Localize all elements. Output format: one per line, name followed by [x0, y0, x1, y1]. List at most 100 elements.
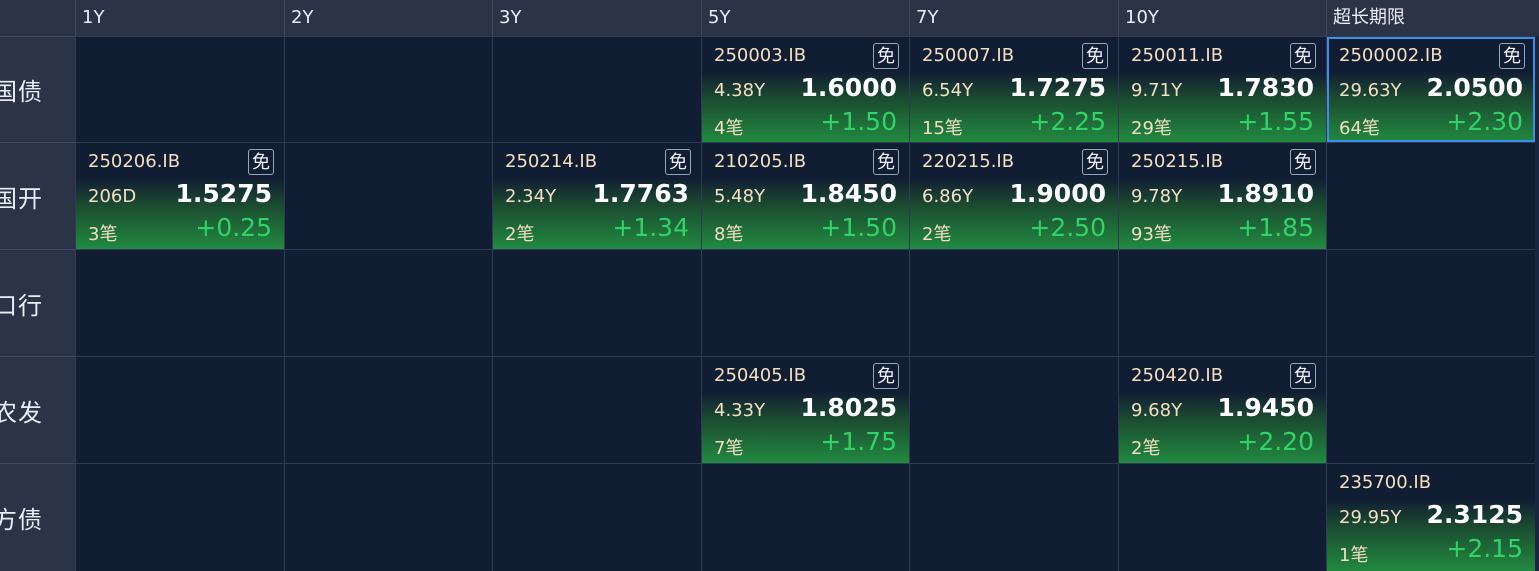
yield-change: +2.25: [1029, 107, 1106, 136]
bond-quote-card[interactable]: 250420.IB 免 9.68Y 1.9450 2笔 +2.20: [1119, 357, 1326, 463]
yield-change: +2.20: [1237, 427, 1314, 456]
yield-change: +0.25: [195, 213, 272, 242]
bond-yield: 1.7275: [1009, 73, 1106, 102]
bond-quote-cell[interactable]: 250214.IB 免 2.34Y 1.7763 2笔 +1.34: [492, 142, 701, 249]
bond-quote-card[interactable]: 250011.IB 免 9.71Y 1.7830 29笔 +1.55: [1119, 37, 1326, 142]
grid-cell[interactable]: [1118, 463, 1326, 571]
bond-quote-cell[interactable]: 250007.IB 免 6.54Y 1.7275 15笔 +2.25: [909, 36, 1118, 142]
grid-cell[interactable]: [1118, 249, 1326, 356]
tax-exempt-badge: 免: [873, 363, 899, 389]
remaining-term: 4.38Y: [714, 80, 766, 101]
grid-cell[interactable]: [492, 36, 701, 142]
column-header[interactable]: 5Y: [701, 0, 909, 36]
grid-cell[interactable]: [492, 356, 701, 463]
grid-cell[interactable]: [1326, 142, 1535, 249]
grid-cell[interactable]: [701, 249, 909, 356]
grid-cell[interactable]: [284, 463, 492, 571]
yield-change: +2.50: [1029, 213, 1106, 242]
grid-cell[interactable]: [1326, 249, 1535, 356]
row-header[interactable]: 农发: [0, 356, 75, 463]
tax-exempt-badge: 免: [1290, 363, 1316, 389]
bond-quote-card[interactable]: 220215.IB 免 6.86Y 1.9000 2笔 +2.50: [910, 143, 1118, 249]
bond-quote-cell[interactable]: 250003.IB 免 4.38Y 1.6000 4笔 +1.50: [701, 36, 909, 142]
remaining-term: 29.63Y: [1339, 80, 1402, 101]
trade-count: 64笔: [1339, 118, 1380, 139]
grid-cell[interactable]: [75, 463, 284, 571]
row-header[interactable]: 口行: [0, 249, 75, 356]
grid-cell[interactable]: [492, 249, 701, 356]
grid-cell[interactable]: [284, 36, 492, 142]
bond-quote-cell[interactable]: 250420.IB 免 9.68Y 1.9450 2笔 +2.20: [1118, 356, 1326, 463]
grid-cell[interactable]: [909, 463, 1118, 571]
bond-quote-cell[interactable]: 250011.IB 免 9.71Y 1.7830 29笔 +1.55: [1118, 36, 1326, 142]
grid-cell[interactable]: [1326, 356, 1535, 463]
trade-count: 2笔: [922, 224, 952, 245]
bond-yield: 1.6000: [800, 73, 897, 102]
bond-code: 220215.IB: [922, 151, 1015, 172]
bond-quote-card[interactable]: 250003.IB 免 4.38Y 1.6000 4笔 +1.50: [702, 37, 909, 142]
yield-change: +1.50: [820, 213, 897, 242]
grid-cell[interactable]: [909, 356, 1118, 463]
bond-quote-card[interactable]: 250405.IB 免 4.33Y 1.8025 7笔 +1.75: [702, 357, 909, 463]
grid-cell[interactable]: [75, 36, 284, 142]
tax-exempt-badge: 免: [1082, 149, 1108, 175]
column-header[interactable]: 7Y: [909, 0, 1118, 36]
column-header[interactable]: 超长期限: [1326, 0, 1539, 36]
tax-exempt-badge: 免: [1290, 43, 1316, 69]
remaining-term: 9.71Y: [1131, 80, 1183, 101]
grid-cell[interactable]: [284, 142, 492, 249]
bond-yield: 1.7830: [1217, 73, 1314, 102]
grid-cell[interactable]: [75, 249, 284, 356]
bond-quote-grid: 1Y2Y3Y5Y7Y10Y超长期限国债国开口行农发地方债 250003.IB 免 4.…: [0, 0, 1539, 571]
remaining-term: 29.95Y: [1339, 507, 1402, 528]
bond-quote-cell[interactable]: 250215.IB 免 9.78Y 1.8910 93笔 +1.85: [1118, 142, 1326, 249]
column-header[interactable]: 1Y: [75, 0, 284, 36]
bond-quote-cell[interactable]: 220215.IB 免 6.86Y 1.9000 2笔 +2.50: [909, 142, 1118, 249]
grid-cell[interactable]: [75, 356, 284, 463]
bond-quote-cell[interactable]: 2500002.IB 免 29.63Y 2.0500 64笔 +2.30: [1326, 36, 1535, 142]
bond-yield: 2.0500: [1426, 73, 1523, 102]
remaining-term: 206D: [88, 186, 137, 207]
bond-yield: 1.5275: [175, 179, 272, 208]
column-header[interactable]: 3Y: [492, 0, 701, 36]
tax-exempt-badge: 免: [665, 149, 691, 175]
grid-cell[interactable]: [701, 463, 909, 571]
tax-exempt-badge: 免: [248, 149, 274, 175]
grid-cell[interactable]: [284, 249, 492, 356]
row-header[interactable]: 国开: [0, 142, 75, 249]
bond-quote-cell[interactable]: 250405.IB 免 4.33Y 1.8025 7笔 +1.75: [701, 356, 909, 463]
row-header[interactable]: 地方债: [0, 463, 75, 571]
remaining-term: 2.34Y: [505, 186, 557, 207]
yield-change: +1.85: [1237, 213, 1314, 242]
bond-code: 250420.IB: [1131, 365, 1224, 386]
bond-quote-card[interactable]: 250007.IB 免 6.54Y 1.7275 15笔 +2.25: [910, 37, 1118, 142]
bond-quote-card[interactable]: 210205.IB 免 5.48Y 1.8450 8笔 +1.50: [702, 143, 909, 249]
trade-count: 7笔: [714, 438, 744, 459]
bond-quote-cell[interactable]: 235700.IB 29.95Y 2.3125 1笔 +2.15: [1326, 463, 1535, 571]
bond-quote-cell[interactable]: 250206.IB 免 206D 1.5275 3笔 +0.25: [75, 142, 284, 249]
bond-quote-card[interactable]: 2500002.IB 免 29.63Y 2.0500 64笔 +2.30: [1327, 37, 1535, 142]
grid-cell[interactable]: [284, 356, 492, 463]
bond-quote-card[interactable]: 250215.IB 免 9.78Y 1.8910 93笔 +1.85: [1119, 143, 1326, 249]
bond-quote-card[interactable]: 250206.IB 免 206D 1.5275 3笔 +0.25: [76, 143, 284, 249]
bond-quote-card[interactable]: 235700.IB 29.95Y 2.3125 1笔 +2.15: [1327, 464, 1535, 571]
tax-exempt-badge: 免: [873, 43, 899, 69]
bond-yield: 1.8910: [1217, 179, 1314, 208]
remaining-term: 4.33Y: [714, 400, 766, 421]
grid-cell[interactable]: [909, 249, 1118, 356]
tax-exempt-badge: 免: [873, 149, 899, 175]
bond-quote-card[interactable]: 250214.IB 免 2.34Y 1.7763 2笔 +1.34: [493, 143, 701, 249]
bond-code: 235700.IB: [1339, 472, 1432, 493]
column-header[interactable]: 10Y: [1118, 0, 1326, 36]
trade-count: 93笔: [1131, 224, 1172, 245]
grid-cell[interactable]: [492, 463, 701, 571]
trade-count: 1笔: [1339, 545, 1369, 566]
trade-count: 29笔: [1131, 118, 1172, 139]
bond-yield: 1.9450: [1217, 393, 1314, 422]
yield-change: +2.15: [1446, 534, 1523, 563]
row-header[interactable]: 国债: [0, 36, 75, 142]
remaining-term: 5.48Y: [714, 186, 766, 207]
bond-quote-cell[interactable]: 210205.IB 免 5.48Y 1.8450 8笔 +1.50: [701, 142, 909, 249]
trade-count: 3笔: [88, 224, 118, 245]
column-header[interactable]: 2Y: [284, 0, 492, 36]
